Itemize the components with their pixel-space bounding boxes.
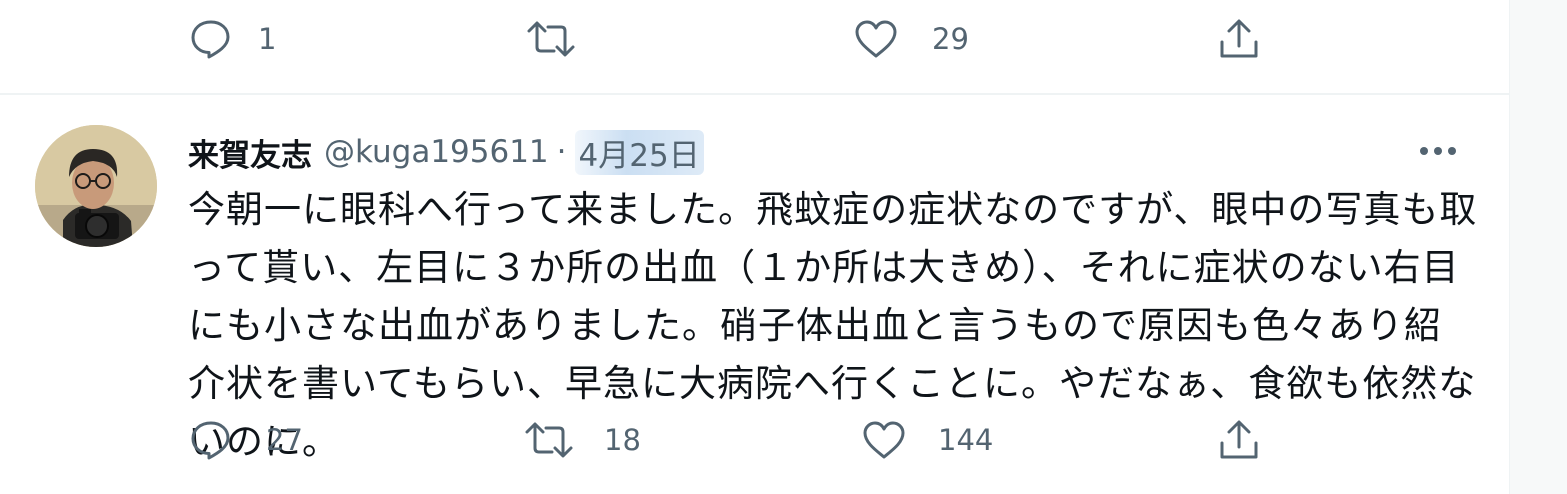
author-display-name[interactable]: 来賀友志 (188, 130, 312, 175)
retweet-button[interactable]: 18 (524, 412, 641, 468)
author-handle[interactable]: @kuga195611 (324, 134, 549, 170)
reply-icon (191, 20, 230, 59)
avatar[interactable] (35, 125, 157, 247)
timeline: 1 29 来賀友志 @kuga195611 · 4月25日 今朝一に眼科へ行って… (0, 0, 1509, 494)
like-button[interactable]: 144 (862, 412, 993, 468)
share-icon (1220, 420, 1258, 459)
retweet-count: 18 (604, 422, 641, 457)
reply-button[interactable]: 1 (190, 11, 276, 67)
tweet-action-bar: 27 18 144 (0, 412, 1509, 468)
tweet-header: 来賀友志 @kuga195611 · 4月25日 (188, 128, 704, 176)
share-button[interactable] (1218, 412, 1260, 468)
like-button[interactable]: 29 (854, 11, 969, 67)
tweet-date[interactable]: 4月25日 (574, 129, 704, 175)
reply-button[interactable]: 27 (190, 412, 303, 468)
scrollbar-track[interactable] (1509, 0, 1567, 494)
tweet-divider (0, 93, 1509, 95)
heart-icon (863, 421, 905, 459)
reply-count: 27 (266, 422, 303, 457)
reply-icon (191, 421, 230, 460)
reply-count: 1 (258, 21, 277, 56)
heart-icon (855, 20, 897, 58)
like-count: 144 (938, 422, 994, 457)
like-count: 29 (932, 21, 969, 56)
share-icon (1220, 19, 1258, 58)
share-button[interactable] (1218, 11, 1260, 67)
retweet-icon (527, 21, 575, 57)
retweet-button[interactable] (526, 11, 602, 67)
more-dots-icon (1420, 147, 1456, 155)
avatar-image (35, 125, 157, 247)
more-options-button[interactable] (1418, 133, 1458, 169)
header-separator: · (556, 134, 567, 170)
retweet-icon (525, 422, 573, 458)
previous-tweet-action-bar: 1 29 (0, 11, 1509, 67)
